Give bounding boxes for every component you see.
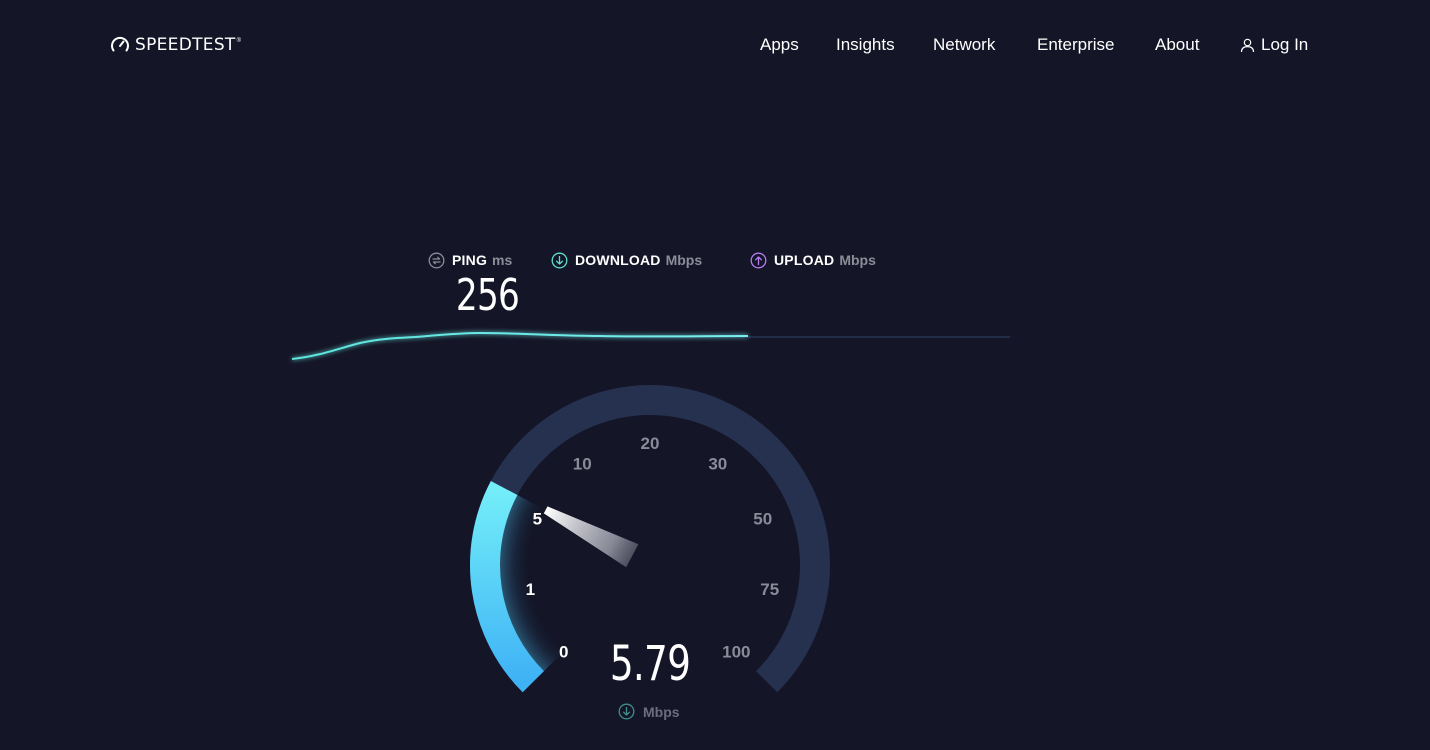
gauge-tick-label: 50 [753, 509, 772, 528]
gauge-tick-label: 20 [641, 434, 660, 453]
gauge-needle [543, 506, 639, 568]
download-arrow-icon [618, 703, 635, 720]
speed-unit: Mbps [618, 703, 680, 720]
gauge-tick-label: 75 [760, 580, 779, 599]
speed-gauge: 0 1 5 10 20 30 50 75 100 [470, 385, 830, 693]
speed-unit-label: Mbps [643, 703, 680, 720]
speed-value: 5.79 [609, 636, 691, 692]
gauge-tick-label: 30 [708, 455, 727, 474]
gauge-tick-labels: 0 1 5 10 20 30 50 75 100 [526, 434, 780, 661]
gauge-tick-label: 10 [573, 455, 592, 474]
gauge-tick-label: 100 [722, 642, 750, 661]
gauge-tick-label: 1 [526, 580, 535, 599]
gauge-tick-label: 5 [533, 509, 542, 528]
gauge-tick-label: 0 [559, 642, 568, 661]
